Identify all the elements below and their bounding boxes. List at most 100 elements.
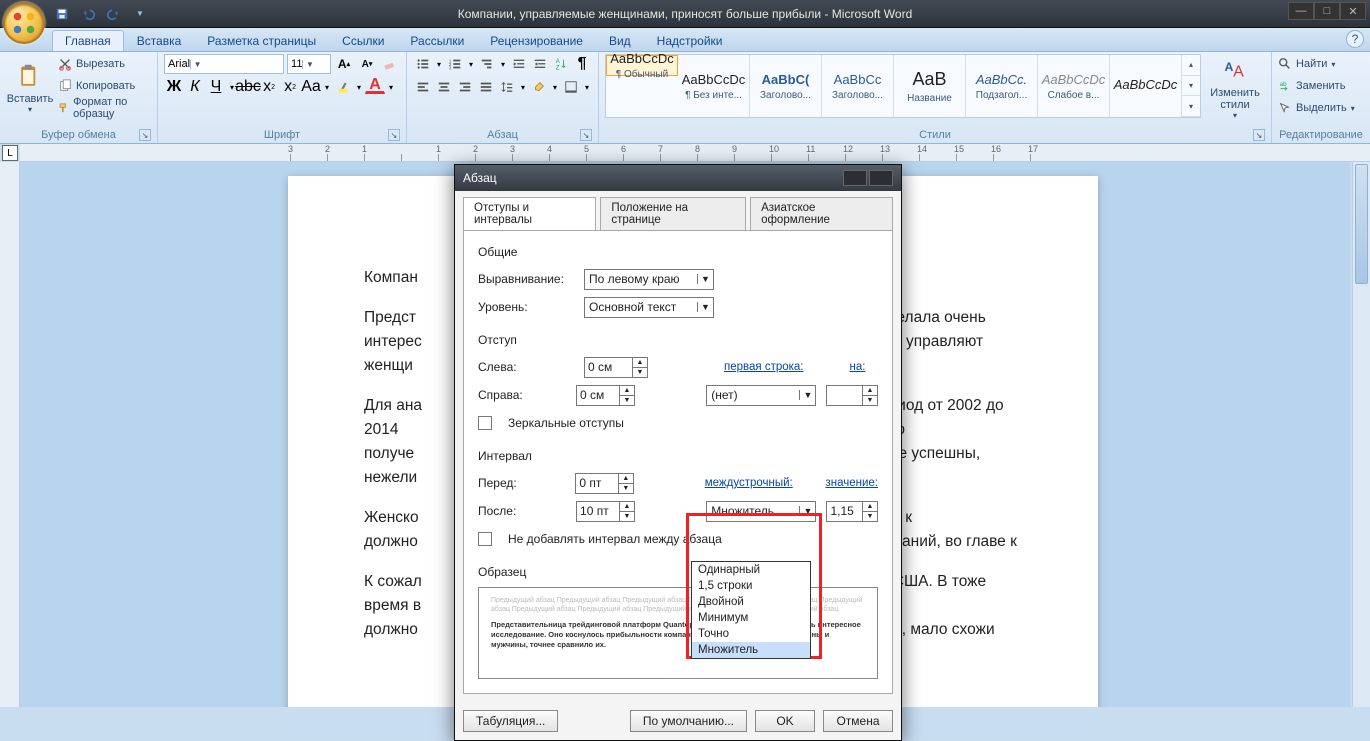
save-icon[interactable] — [52, 4, 72, 24]
copy-button[interactable]: Копировать — [58, 76, 151, 96]
paste-button[interactable]: Вставить ▾ — [6, 54, 54, 122]
firstline-select[interactable]: (нет)▼ — [706, 385, 816, 406]
help-icon[interactable]: ? — [1346, 30, 1364, 48]
tab-references[interactable]: Ссылки — [329, 30, 397, 51]
bullets-icon[interactable] — [413, 54, 433, 74]
level-select[interactable]: Основной текст▼ — [584, 297, 714, 318]
increase-indent-icon[interactable] — [530, 54, 550, 74]
redo-icon[interactable] — [104, 4, 124, 24]
shading-icon[interactable] — [529, 77, 549, 97]
grow-font-icon[interactable]: A▴ — [334, 54, 354, 74]
dialog-help-button[interactable] — [843, 170, 867, 186]
dialog-tab-indents[interactable]: Отступы и интервалы — [463, 197, 596, 230]
styles-gallery[interactable]: AaBbCcDc¶ Обычный AaBbCcDc¶ Без инте... … — [605, 54, 1201, 118]
line-spacing-value-spin[interactable]: 1,15▲▼ — [826, 501, 878, 522]
tab-pagelayout[interactable]: Разметка страницы — [194, 30, 329, 51]
linespacing-drop-icon[interactable]: ▾ — [518, 77, 528, 97]
strike-icon[interactable]: abc — [238, 77, 258, 97]
bold-icon[interactable]: Ж — [164, 77, 184, 97]
cancel-button[interactable]: Отмена — [823, 710, 893, 732]
case-drop-icon[interactable]: ▾ — [322, 77, 332, 97]
highlight-icon[interactable] — [333, 77, 353, 97]
change-styles-button[interactable]: AA Изменить стили▾ — [1205, 54, 1265, 122]
firstline-value-spin[interactable]: ▲▼ — [826, 385, 878, 406]
tab-mailings[interactable]: Рассылки — [397, 30, 477, 51]
superscript-icon[interactable]: x2 — [280, 77, 300, 97]
style-title[interactable]: AaBНазвание — [894, 55, 966, 117]
line-spacing-dropdown[interactable]: Одинарный 1,5 строки Двойной Минимум Точ… — [691, 561, 811, 659]
fontcolor-drop-icon[interactable]: ▾ — [386, 77, 396, 97]
tab-home[interactable]: Главная — [52, 30, 124, 51]
style-nospacing[interactable]: AaBbCcDc¶ Без инте... — [678, 55, 750, 117]
style-heading2[interactable]: AaBbCcЗаголово... — [822, 55, 894, 117]
styles-scroll[interactable]: ▴▾▾ — [1182, 55, 1200, 117]
style-subtitle[interactable]: AaBbCc.Подзагол... — [966, 55, 1038, 117]
style-subtle[interactable]: AaBbCcDcСлабое в... — [1038, 55, 1110, 117]
maximize-button[interactable]: □ — [1314, 2, 1340, 20]
close-button[interactable]: ✕ — [1340, 2, 1366, 20]
line-opt-single[interactable]: Одинарный — [692, 562, 810, 578]
borders-icon[interactable] — [561, 77, 581, 97]
tabulation-button[interactable]: Табуляция... — [463, 710, 558, 732]
highlight-drop-icon[interactable]: ▾ — [354, 77, 364, 97]
dialog-tab-position[interactable]: Положение на странице — [600, 197, 746, 230]
line-opt-onehalf[interactable]: 1,5 строки — [692, 578, 810, 594]
mirror-checkbox[interactable] — [478, 416, 492, 430]
bullets-drop-icon[interactable]: ▾ — [434, 54, 444, 74]
clear-format-icon[interactable] — [380, 54, 400, 74]
underline-icon[interactable]: Ч — [206, 77, 226, 97]
italic-icon[interactable]: К — [185, 77, 205, 97]
vertical-ruler[interactable] — [0, 162, 20, 707]
indent-left-spin[interactable]: 0 см▲▼ — [584, 357, 648, 378]
style-more[interactable]: AaBbCcDc — [1110, 55, 1182, 117]
office-button[interactable] — [3, 2, 45, 44]
font-launcher-icon[interactable]: ↘ — [388, 129, 400, 141]
style-heading1[interactable]: AaBbC(Заголово... — [750, 55, 822, 117]
clipboard-launcher-icon[interactable]: ↘ — [139, 129, 151, 141]
nospace-checkbox[interactable] — [478, 532, 492, 546]
font-name-combo[interactable]: Arial▼ — [164, 54, 284, 74]
multilevel-icon[interactable] — [477, 54, 497, 74]
dialog-title-bar[interactable]: Абзац — [455, 165, 901, 191]
numbering-drop-icon[interactable]: ▾ — [466, 54, 476, 74]
dialog-close-button[interactable] — [869, 170, 893, 186]
find-button[interactable]: Найти ▾ — [1278, 54, 1335, 74]
line-opt-min[interactable]: Минимум — [692, 610, 810, 626]
alignment-select[interactable]: По левому краю▼ — [584, 269, 714, 290]
numbering-icon[interactable]: 123 — [445, 54, 465, 74]
styles-launcher-icon[interactable]: ↘ — [1253, 129, 1265, 141]
cut-button[interactable]: Вырезать — [58, 54, 151, 74]
multilevel-drop-icon[interactable]: ▾ — [498, 54, 508, 74]
replace-button[interactable]: abЗаменить — [1278, 76, 1345, 96]
font-color-icon[interactable]: A — [365, 77, 385, 94]
scroll-thumb[interactable] — [1355, 164, 1368, 284]
dialog-tab-asian[interactable]: Азиатское оформление — [750, 197, 893, 230]
ok-button[interactable]: OK — [755, 710, 815, 732]
format-painter-button[interactable]: Формат по образцу — [58, 98, 151, 118]
line-opt-exact[interactable]: Точно — [692, 626, 810, 642]
align-left-icon[interactable] — [413, 77, 433, 97]
undo-icon[interactable] — [78, 4, 98, 24]
minimize-button[interactable]: — — [1288, 2, 1314, 20]
show-marks-icon[interactable]: ¶ — [572, 54, 592, 74]
tab-insert[interactable]: Вставка — [124, 30, 195, 51]
horizontal-ruler[interactable]: 3211234567891011121314151617 — [20, 144, 1370, 162]
decrease-indent-icon[interactable] — [509, 54, 529, 74]
borders-drop-icon[interactable]: ▾ — [582, 77, 592, 97]
before-spin[interactable]: 0 пт▲▼ — [575, 473, 633, 494]
align-right-icon[interactable] — [455, 77, 475, 97]
change-case-icon[interactable]: Aa — [301, 77, 321, 97]
line-spacing-icon[interactable] — [497, 77, 517, 97]
line-opt-double[interactable]: Двойной — [692, 594, 810, 610]
select-button[interactable]: Выделить ▾ — [1278, 98, 1355, 118]
tab-selector-icon[interactable]: L — [2, 145, 18, 161]
tab-addins[interactable]: Надстройки — [644, 30, 736, 51]
default-button[interactable]: По умолчанию... — [630, 710, 747, 732]
justify-icon[interactable] — [476, 77, 496, 97]
align-center-icon[interactable] — [434, 77, 454, 97]
vertical-scrollbar[interactable] — [1352, 162, 1370, 707]
font-size-combo[interactable]: 11▼ — [287, 54, 331, 74]
line-spacing-select[interactable]: Множитель▼ — [706, 501, 816, 522]
tab-view[interactable]: Вид — [596, 30, 644, 51]
shading-drop-icon[interactable]: ▾ — [550, 77, 560, 97]
